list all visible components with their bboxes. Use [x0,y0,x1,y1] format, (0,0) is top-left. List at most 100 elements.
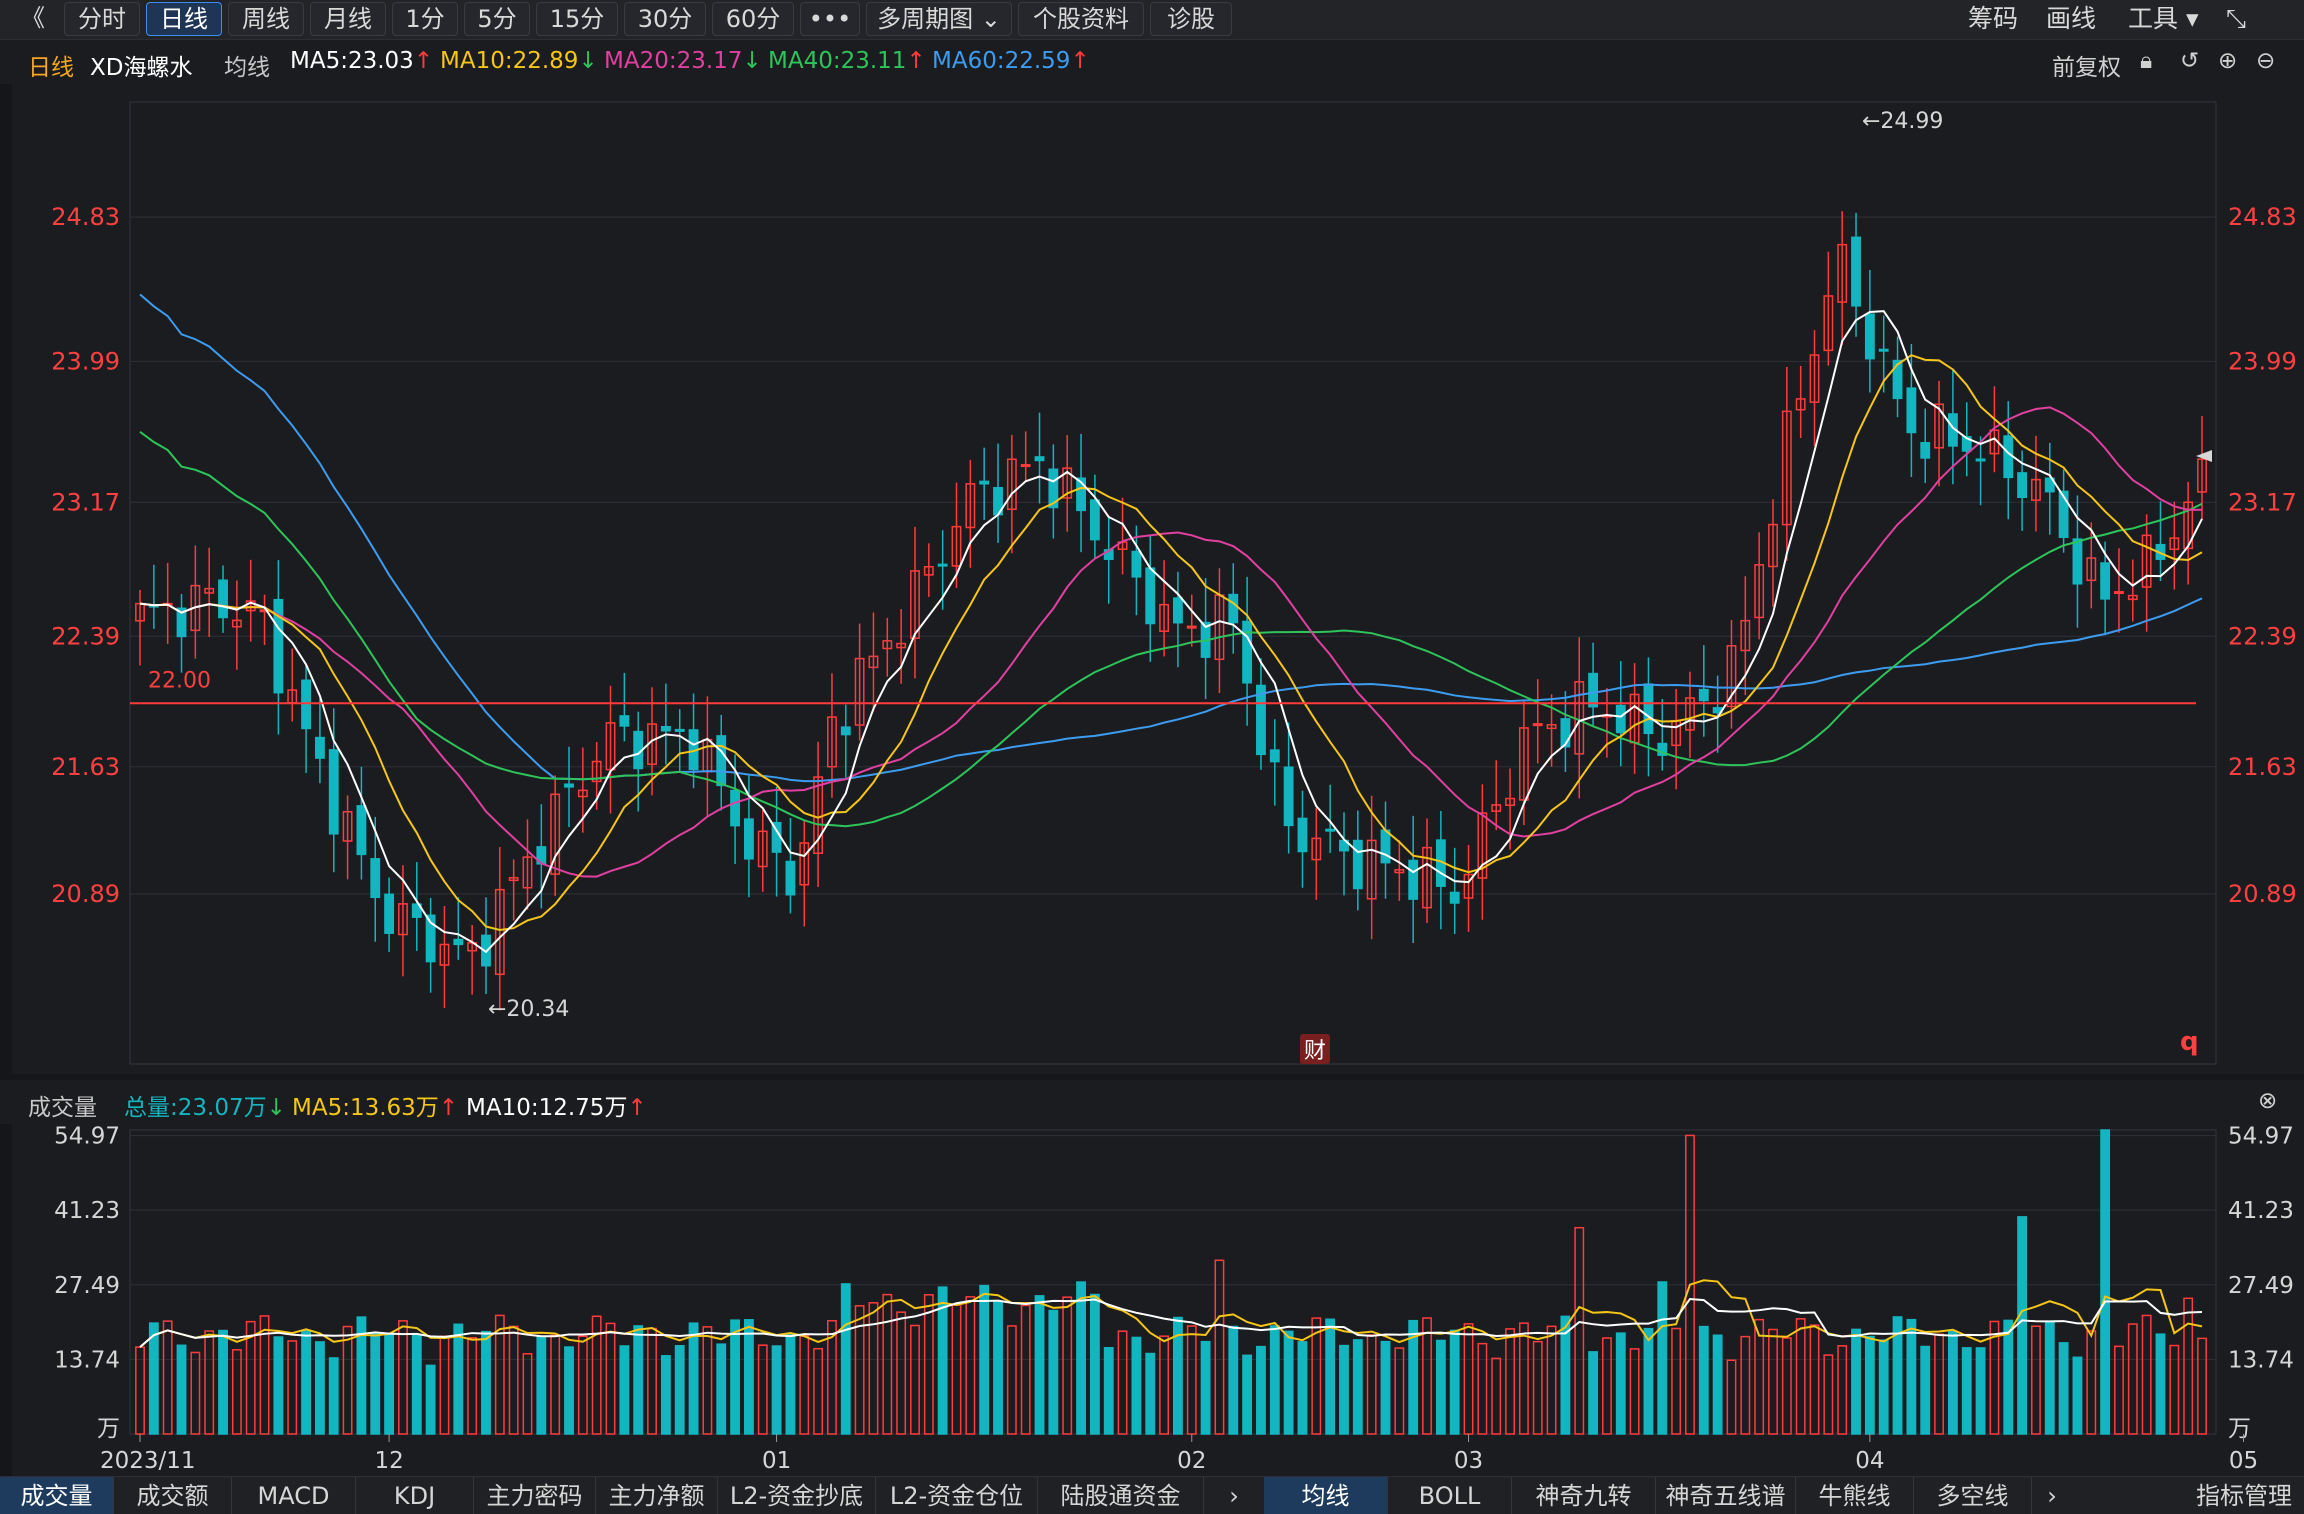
overlay-tab-0[interactable]: 均线 [1264,1477,1388,1514]
candle-body [1256,684,1266,756]
volume-tick-left: 27.49 [54,1273,120,1299]
tools-menu[interactable]: 工具 ▾ [2128,2,2199,36]
fullscreen-icon[interactable]: ⤡ [2226,2,2246,36]
volume-bar [2197,1337,2207,1435]
zoom-in-icon[interactable]: ⊕ [2218,48,2237,74]
candle-body [1698,688,1709,702]
candle-body [384,893,395,934]
volume-bar [757,1344,768,1435]
volume-bar [2003,1319,2014,1435]
stock-profile-button[interactable]: 个股资料 [1018,2,1144,36]
date-tick-label: 04 [1855,1448,1884,1474]
volume-bar [384,1332,395,1435]
high-annotation: ←24.99 [1862,109,1943,134]
volume-bar [1117,1330,1128,1435]
overlay-tab-5[interactable]: 多空线 [1914,1477,2032,1514]
volume-bar [2086,1330,2097,1435]
tab-weekly[interactable]: 周线 [228,2,304,36]
volume-bar [716,1343,727,1435]
overlay-tab-4[interactable]: 牛熊线 [1796,1477,1914,1514]
volume-bar [647,1327,657,1435]
volume-bar [923,1294,934,1435]
multi-period-dropdown[interactable]: 多周期图 ⌄ [866,2,1012,36]
indicator-tab-1[interactable]: 成交额 [114,1477,232,1514]
indicator-tabs: 成交量 成交额 MACD KDJ 主力密码 主力净额 L2-资金抄底 L2-资金仓位 陆股通资金… [0,1476,2304,1514]
indicator-tab-0[interactable]: 成交量 [0,1477,114,1514]
indicator-manage-button[interactable]: 指标管理 [2184,1477,2304,1514]
volume-bar [2044,1320,2055,1435]
indicator-tab-6[interactable]: L2-资金抄底 [718,1477,876,1514]
tab-60min[interactable]: 60分 [712,2,794,36]
ma60-value: MA60:22.59↑ [932,48,1090,74]
volume-bar [218,1329,228,1435]
volume-bar [2183,1297,2194,1435]
more-button[interactable]: ••• [800,2,860,36]
indicator-tab-3[interactable]: KDJ [356,1477,474,1514]
volume-bar [370,1333,381,1435]
indicator-tab-5[interactable]: 主力净额 [596,1477,718,1514]
volume-bar [1768,1328,1778,1435]
kline-chart[interactable]: 24.83 24.83 23.99 23.99 23.17 23.17 22.39 22.39… [0,84,2304,1074]
tab-15min[interactable]: 15分 [536,2,618,36]
volume-bar [1145,1352,1156,1435]
price-tick-right: 23.17 [2228,488,2297,516]
volume-bar [1657,1281,1668,1435]
volume-ma10: MA10:12.75万↑ [466,1095,647,1121]
tab-1min[interactable]: 1分 [392,2,458,36]
volume-bar [162,1320,173,1435]
volume-tick-right: 13.74 [2228,1347,2294,1373]
tab-monthly[interactable]: 月线 [310,2,386,36]
candle-body [619,715,630,727]
overlay-tab-3[interactable]: 神奇五线谱 [1656,1477,1796,1514]
undo-icon[interactable]: ↺ [2180,48,2199,74]
indicator-tab-8[interactable]: 陆股通资金 [1038,1477,1204,1514]
back-button[interactable]: 《 [8,2,58,36]
tab-30min[interactable]: 30分 [624,2,706,36]
zoom-out-icon[interactable]: ⊖ [2256,48,2275,74]
volume-bar [1947,1330,1958,1435]
volume-bar [1089,1293,1100,1435]
volume-bar [743,1319,754,1435]
volume-tick-left: 41.23 [54,1198,120,1224]
tab-5min[interactable]: 5分 [464,2,530,36]
candle-body [1643,683,1654,735]
close-volume-icon[interactable]: ⊗ [2258,1088,2277,1114]
ma-legend-row: 日线 XD海螺水 均线 MA5:23.03↑ MA10:22.89↓ MA20:… [0,40,2304,84]
volume-bar [2072,1356,2083,1435]
ma-label: 均线 [224,55,270,81]
volume-bar [799,1335,810,1435]
overlay-scroll-right-icon[interactable]: › [2032,1477,2072,1514]
candle-body [1297,817,1308,853]
volume-bar [1380,1340,1391,1435]
volume-bar [1103,1347,1114,1435]
volume-bar [1228,1325,1239,1435]
adjust-mode-button[interactable]: 前复权 [2052,48,2121,82]
volume-bar [190,1351,201,1435]
tab-daily[interactable]: 日线 [146,2,222,36]
lock-icon[interactable]: 🔒︎ [2140,48,2152,74]
volume-bar [342,1325,353,1435]
volume-bar [702,1326,713,1435]
volume-bar [2155,1333,2166,1435]
tab-intraday[interactable]: 分时 [64,2,140,36]
draw-button[interactable]: 画线 [2046,2,2096,36]
price-tick-right: 23.99 [2228,347,2297,375]
volume-bar [965,1296,976,1435]
volume-bar [1269,1325,1280,1435]
volume-bar [2141,1314,2152,1435]
chips-button[interactable]: 筹码 [1968,2,2018,36]
volume-bar [1975,1347,1986,1435]
volume-bar [1864,1335,1875,1435]
volume-bar [1352,1339,1363,1435]
indicator-tab-7[interactable]: L2-资金仓位 [876,1477,1038,1514]
overlay-tab-1[interactable]: BOLL [1388,1477,1512,1514]
diagnose-button[interactable]: 诊股 [1150,2,1232,36]
indicator-tab-4[interactable]: 主力密码 [474,1477,596,1514]
tabs-scroll-right-icon[interactable]: › [1214,1477,1254,1514]
volume-chart[interactable]: 54.97 54.97 41.23 41.23 27.49 27.49 13.74 13.74… [0,1124,2304,1476]
candle-body [2114,591,2124,595]
volume-bar [1214,1259,1225,1435]
overlay-tab-2[interactable]: 神奇九转 [1512,1477,1656,1514]
indicator-tab-2[interactable]: MACD [232,1477,356,1514]
candle-body [1892,359,1903,400]
